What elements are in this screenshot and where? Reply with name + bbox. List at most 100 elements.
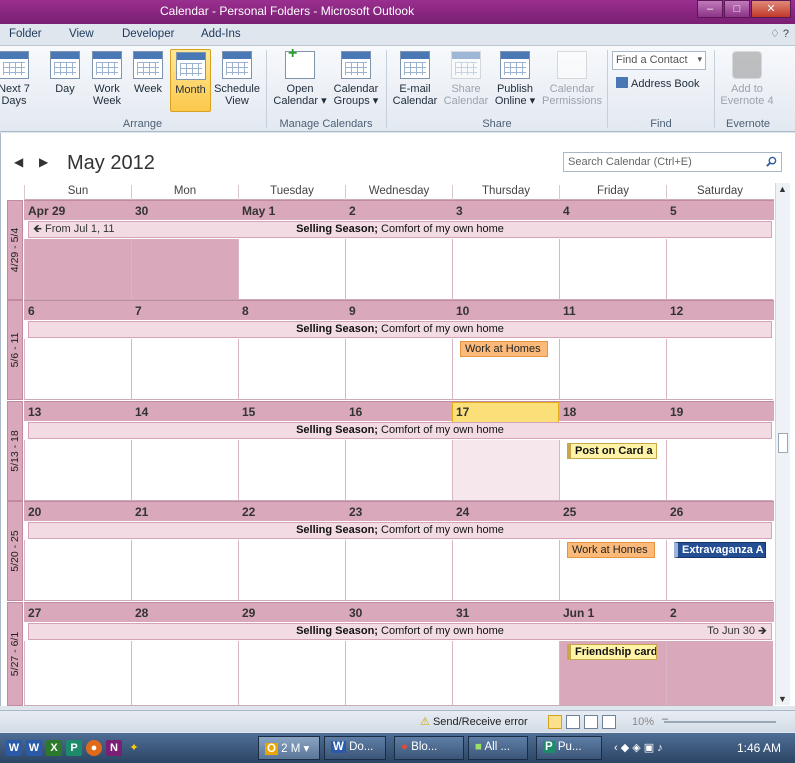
week-label[interactable]: 5/27 - 6/1 [7,602,23,706]
minimize-button[interactable]: – [697,0,723,18]
day-cell[interactable] [345,540,452,601]
publisher-icon[interactable]: P [66,740,82,756]
week-label[interactable]: 4/29 - 5/4 [7,200,23,300]
word-icon[interactable]: W [6,740,22,756]
day-cell[interactable] [131,440,238,501]
email-calendar-button[interactable]: E-mail Calendar [391,51,439,107]
day-cell[interactable] [24,540,131,601]
taskbar-chrome[interactable]: ● Blo... [394,736,464,760]
day-cell[interactable] [452,540,559,601]
date-number[interactable]: 9 [349,304,356,318]
day-cell[interactable] [345,339,452,400]
taskbar-word-doc[interactable]: W Do... [324,736,386,760]
day-cell[interactable] [24,440,131,501]
word-icon[interactable]: W [26,740,42,756]
forward-arrow-icon[interactable]: ▶ [39,155,48,169]
day-cell[interactable] [131,239,238,300]
maximize-button[interactable]: □ [724,0,750,18]
date-number[interactable]: 23 [349,505,362,519]
week-label[interactable]: 5/13 - 18 [7,401,23,501]
date-number[interactable]: 12 [670,304,683,318]
zoom-slider[interactable] [662,713,776,725]
back-arrow-icon[interactable]: ◀ [14,155,23,169]
day-cell[interactable] [131,641,238,706]
open-calendar-button[interactable]: + Open Calendar ▾ [272,46,328,108]
date-number[interactable]: 16 [349,405,362,419]
date-number[interactable]: 13 [28,405,41,419]
date-number[interactable]: 15 [242,405,255,419]
date-number[interactable]: 29 [242,606,255,620]
day-cell[interactable] [666,440,773,501]
date-number[interactable]: 27 [28,606,41,620]
normal-view-icon[interactable] [548,715,562,729]
date-number[interactable]: 14 [135,405,148,419]
address-book-button[interactable]: Address Book [616,77,699,90]
day-cell[interactable] [238,641,345,706]
date-number[interactable]: 17 [456,405,469,419]
date-number[interactable]: 19 [670,405,683,419]
week-label[interactable]: 5/6 - 11 [7,300,23,400]
share-calendar-button[interactable]: Share Calendar [441,51,491,107]
date-number[interactable]: 7 [135,304,142,318]
day-cell[interactable] [238,239,345,300]
add-to-evernote-button[interactable]: Add to Evernote 4 [718,51,776,107]
date-number[interactable]: Jun 1 [563,606,594,620]
day-cell[interactable] [452,440,559,501]
week-view-button[interactable]: Week [129,51,167,95]
work-week-button[interactable]: Work Week [87,51,127,107]
schedule-view-button[interactable]: Schedule View [213,51,261,107]
date-number[interactable]: 31 [456,606,469,620]
selling-season-event[interactable]: Selling Season; Comfort of my own home [28,321,772,338]
day-cell[interactable] [666,239,773,300]
taskbar-outlook[interactable]: O 2 M ▾ [258,736,320,760]
firefox-icon[interactable]: ● [86,740,102,756]
calendar-view-icon[interactable] [566,715,580,729]
day-cell[interactable] [345,440,452,501]
publish-online-button[interactable]: Publish Online ▾ [491,51,539,107]
month-view-button[interactable]: Month [170,49,211,112]
day-cell[interactable] [238,540,345,601]
date-number[interactable]: 30 [135,204,148,218]
day-cell[interactable] [24,239,131,300]
taskbar-publisher[interactable]: P Pu... [536,736,602,760]
scroll-thumb[interactable] [778,433,788,453]
grid-view-icon[interactable] [584,715,598,729]
selling-season-event[interactable]: 🡸 From Jul 1, 11 Selling Season; Comfort … [28,221,772,238]
date-number[interactable]: 24 [456,505,469,519]
day-cell[interactable] [131,540,238,601]
date-number[interactable]: 6 [28,304,35,318]
date-number[interactable]: 5 [670,204,677,218]
appointment-work-at-homes[interactable]: Work at Homes [567,542,655,558]
search-icon[interactable] [766,156,777,167]
day-view-button[interactable]: Day [46,51,84,95]
appointment-friendship-card[interactable]: Friendship card [567,644,657,660]
tab-view[interactable]: View [69,28,94,40]
selling-season-event[interactable]: Selling Season; Comfort of my own home [28,522,772,539]
date-number[interactable]: 18 [563,405,576,419]
aim-icon[interactable]: ✦ [126,740,142,756]
onenote-icon[interactable]: N [106,740,122,756]
date-number[interactable]: 4 [563,204,570,218]
close-button[interactable]: ✕ [751,0,791,18]
date-number[interactable]: Apr 29 [28,204,65,218]
date-number[interactable]: 3 [456,204,463,218]
day-cell[interactable] [452,239,559,300]
date-number[interactable]: 2 [670,606,677,620]
tab-folder[interactable]: Folder [9,28,42,40]
day-cell[interactable] [238,339,345,400]
date-number[interactable]: May 1 [242,204,275,218]
tab-add-ins[interactable]: Add-Ins [201,28,241,40]
day-cell[interactable] [452,641,559,706]
day-cell[interactable] [238,440,345,501]
day-cell[interactable] [666,641,773,706]
day-cell[interactable] [345,239,452,300]
send-receive-error[interactable]: ⚠ Send/Receive error [420,715,528,728]
appointment-extravaganza[interactable]: Extravaganza A [674,542,766,558]
date-number[interactable]: 8 [242,304,249,318]
tray-icons[interactable]: ‹ ◆ ◈ ▣ ♪ [614,741,663,754]
appointment-work-at-homes[interactable]: Work at Homes [460,341,548,357]
date-number[interactable]: 30 [349,606,362,620]
day-cell[interactable] [345,641,452,706]
excel-icon[interactable]: X [46,740,62,756]
day-cell[interactable] [666,339,773,400]
